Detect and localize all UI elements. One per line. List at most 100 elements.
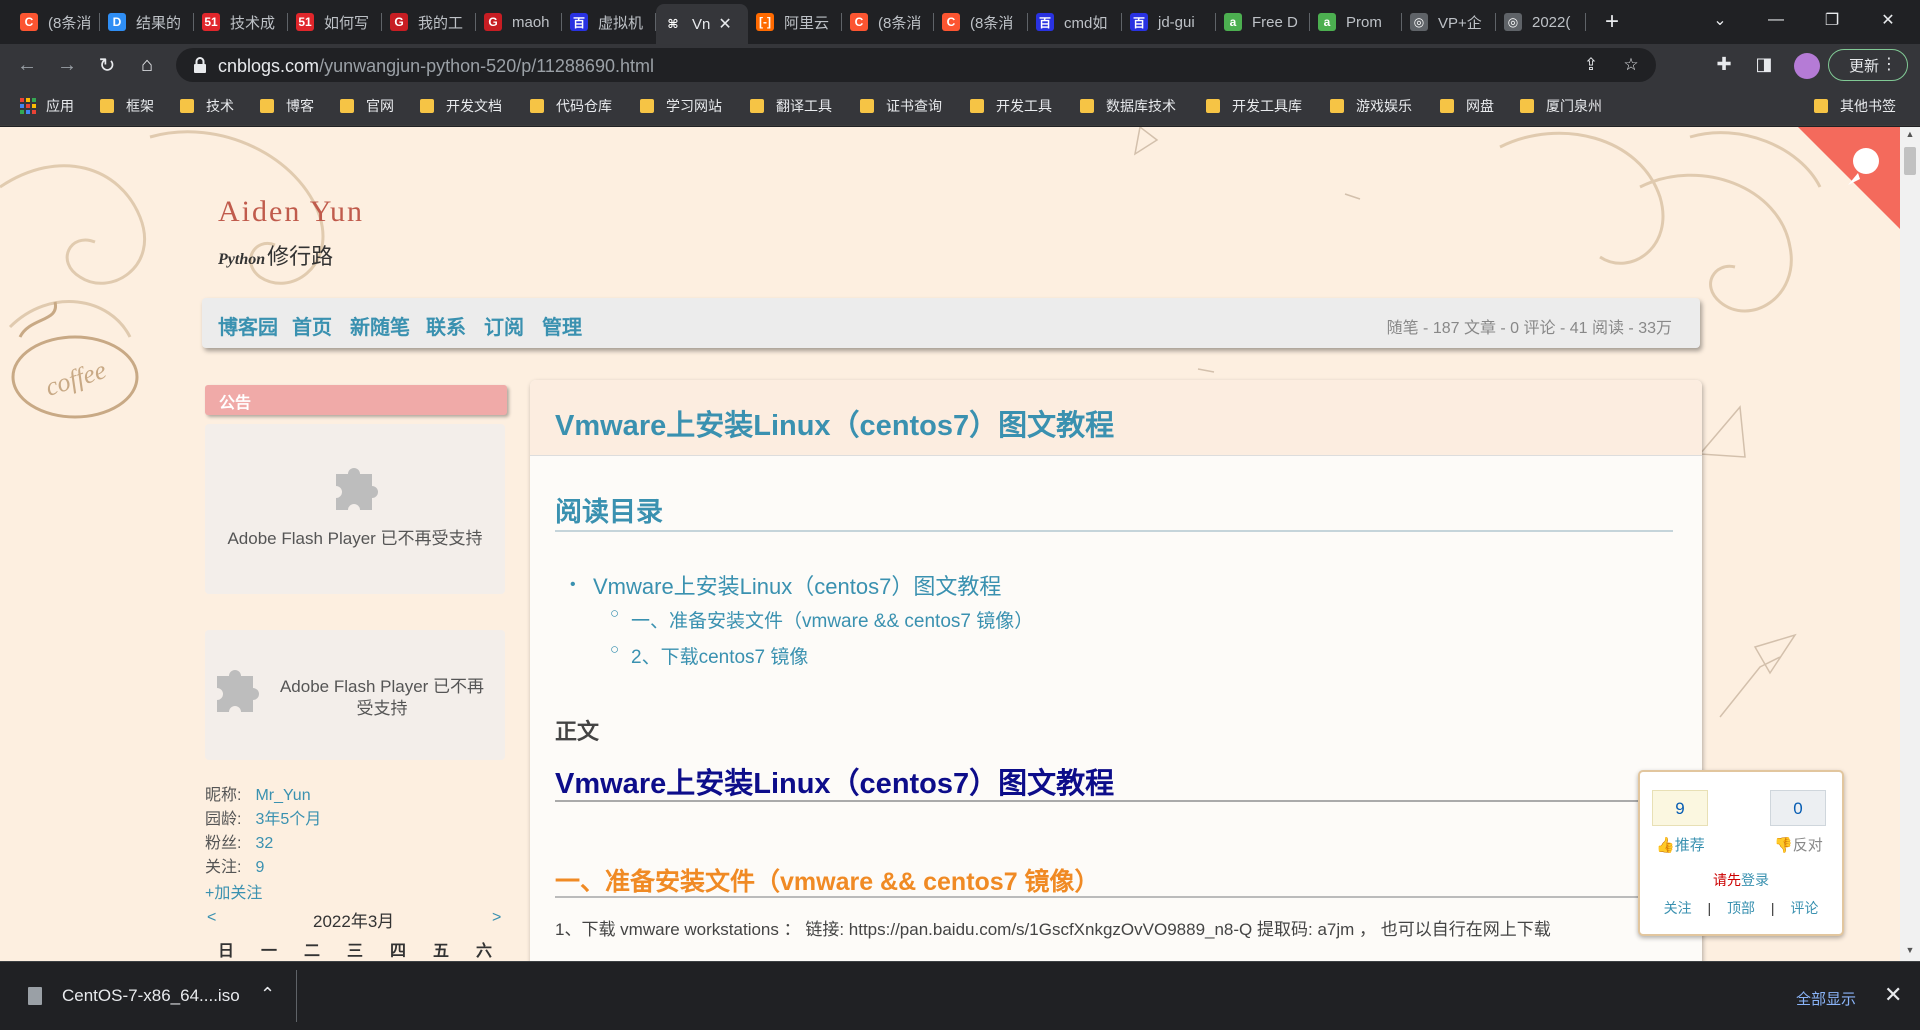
bury-button[interactable]: 👎反对: [1774, 834, 1823, 855]
bookmark-folder[interactable]: 开发文档: [420, 96, 502, 116]
close-window-button[interactable]: ✕: [1860, 0, 1916, 40]
follow-link[interactable]: +加关注: [205, 879, 262, 903]
restore-button[interactable]: ❐: [1804, 0, 1860, 40]
chevron-up-icon[interactable]: ⌃: [260, 984, 275, 1005]
tab-search-icon[interactable]: ⌄: [1692, 0, 1748, 40]
follow-link[interactable]: 关注: [1664, 900, 1692, 916]
download-item[interactable]: CentOS-7-x86_64....iso: [28, 986, 240, 1006]
back-icon[interactable]: ←: [12, 50, 42, 80]
toc-link[interactable]: Vmware上安装Linux（centos7）图文教程: [593, 569, 1001, 601]
nav-new-post[interactable]: 新随笔: [350, 311, 410, 340]
bookmark-folder[interactable]: 官网: [340, 96, 394, 116]
puzzle-plugin-icon: [217, 670, 259, 712]
browser-tab[interactable]: [-] 阿里云: [748, 5, 842, 39]
bookmark-label: 框架: [126, 98, 154, 114]
bookmark-folder[interactable]: 代码仓库: [530, 96, 612, 116]
bookmark-folder[interactable]: 开发工具库: [1206, 96, 1302, 116]
profile-nickname-link[interactable]: Mr_Yun: [255, 787, 310, 804]
browser-tab[interactable]: a Prom: [1310, 5, 1402, 39]
home-icon[interactable]: ⌂: [132, 50, 162, 80]
scroll-up-icon[interactable]: ▲: [1904, 129, 1916, 141]
post-title[interactable]: Vmware上安装Linux（centos7）图文教程: [555, 402, 1114, 444]
close-tab-icon[interactable]: ✕: [718, 14, 731, 34]
minimize-button[interactable]: —: [1748, 0, 1804, 40]
close-icon[interactable]: ✕: [1884, 982, 1902, 1008]
share-icon[interactable]: ⇪: [1580, 55, 1602, 77]
bookmark-folder[interactable]: 证书查询: [860, 96, 942, 116]
browser-tab[interactable]: a Free D: [1216, 5, 1310, 39]
nav-admin[interactable]: 管理: [542, 311, 582, 340]
browser-tab[interactable]: G 我的工: [382, 5, 476, 39]
tab-label: (8条消: [878, 14, 922, 32]
bookmark-folder[interactable]: 学习网站: [640, 96, 722, 116]
browser-tab[interactable]: 百 cmd如: [1028, 5, 1122, 39]
bookmark-folder[interactable]: 技术: [180, 96, 234, 116]
menu-dots-icon[interactable]: ⋮: [1881, 54, 1897, 74]
nav-contact[interactable]: 联系: [426, 311, 466, 340]
browser-tab[interactable]: D 结果的: [100, 5, 194, 39]
nav-home[interactable]: 首页: [292, 311, 332, 340]
bookmark-folder[interactable]: 游戏娱乐: [1330, 96, 1412, 116]
scroll-down-icon[interactable]: ▼: [1904, 945, 1916, 957]
profile-following-link[interactable]: 9: [255, 859, 264, 876]
browser-tab[interactable]: C (8条消: [12, 5, 100, 39]
calendar-prev[interactable]: <: [207, 909, 216, 927]
digg-count[interactable]: 9: [1652, 790, 1708, 826]
bookmark-folder[interactable]: 厦门泉州: [1520, 96, 1602, 116]
browser-tab[interactable]: ◎ 2022(: [1496, 5, 1586, 39]
update-button[interactable]: 更新 ⋮: [1828, 49, 1908, 81]
bury-count[interactable]: 0: [1770, 790, 1826, 826]
side-panel-icon[interactable]: ◨: [1752, 54, 1776, 78]
login-link[interactable]: 登录: [1741, 872, 1769, 888]
profile-fans-link[interactable]: 32: [255, 835, 273, 852]
toc-link[interactable]: 2、下载centos7 镜像: [631, 642, 808, 669]
scroll-thumb[interactable]: [1904, 147, 1916, 175]
bookmark-other[interactable]: 其他书签: [1814, 96, 1896, 116]
browser-tab[interactable]: 百虚拟机: [562, 5, 656, 39]
calendar-next[interactable]: >: [492, 909, 501, 927]
comment-link[interactable]: 评论: [1790, 900, 1818, 916]
browser-tab[interactable]: C (8条消: [842, 5, 934, 39]
tab-label: 技术成: [230, 14, 276, 32]
page-scrollbar[interactable]: ▲ ▼: [1900, 127, 1920, 961]
extensions-icon[interactable]: ✚: [1712, 54, 1736, 78]
browser-tab[interactable]: 百 jd-gui: [1122, 5, 1216, 39]
forward-icon[interactable]: →: [52, 50, 82, 80]
toc-link[interactable]: 一、准备安装文件（vmware && centos7 镜像）: [631, 606, 1033, 633]
profile-age-link[interactable]: 3年5个月: [255, 811, 321, 828]
browser-tab[interactable]: C (8条消: [934, 5, 1028, 39]
nav-cnblogs[interactable]: 博客园: [218, 311, 278, 340]
calendar-weekday: 三: [346, 943, 363, 960]
bookmark-folder[interactable]: 网盘: [1440, 96, 1494, 116]
address-bar[interactable]: cnblogs.com/yunwangjun-python-520/p/1128…: [176, 48, 1656, 82]
browser-tab[interactable]: 51 技术成: [194, 5, 288, 39]
bookmark-folder[interactable]: 数据库技术: [1080, 96, 1176, 116]
show-all-button[interactable]: 全部显示: [1782, 982, 1870, 1014]
download-bar: CentOS-7-x86_64....iso ⌃ 全部显示 ✕: [0, 961, 1920, 1030]
bookmark-folder[interactable]: 博客: [260, 96, 314, 116]
browser-tab[interactable]: Gmaoh: [476, 5, 562, 39]
bookmark-folder[interactable]: 开发工具: [970, 96, 1052, 116]
bookmark-folder[interactable]: 翻译工具: [750, 96, 832, 116]
bookmark-star-icon[interactable]: ☆: [1620, 55, 1642, 77]
nav-subscribe[interactable]: 订阅: [484, 311, 524, 340]
browser-tab[interactable]: ◎ VP+企: [1402, 5, 1496, 39]
blog-title[interactable]: Aiden Yun: [218, 195, 364, 229]
reload-icon[interactable]: ↻: [92, 50, 122, 80]
browser-tab[interactable]: ⌘ Vn ✕: [656, 4, 748, 44]
digg-label: 推荐: [1674, 837, 1705, 854]
gitee-icon: G: [390, 13, 408, 31]
browser-tab[interactable]: 51 如何写: [288, 5, 382, 39]
post-paragraph[interactable]: 1、下载 vmware workstations ： 链接: https://p…: [555, 915, 1655, 945]
digg-button[interactable]: 👍推荐: [1656, 834, 1705, 855]
bookmark-folder[interactable]: 框架: [100, 96, 154, 116]
profile-avatar[interactable]: [1794, 53, 1820, 79]
top-link[interactable]: 顶部: [1727, 900, 1755, 916]
lock-icon[interactable]: [192, 56, 208, 74]
toc-title: 阅读目录: [555, 497, 663, 527]
new-tab-button[interactable]: +: [1598, 8, 1626, 36]
github-corner-icon[interactable]: [1798, 127, 1900, 229]
bookmark-apps[interactable]: 应用: [20, 96, 74, 116]
url-text[interactable]: cnblogs.com/yunwangjun-python-520/p/1128…: [218, 56, 654, 77]
post-heading-h1: Vmware上安装Linux（centos7）图文教程: [555, 768, 1115, 800]
